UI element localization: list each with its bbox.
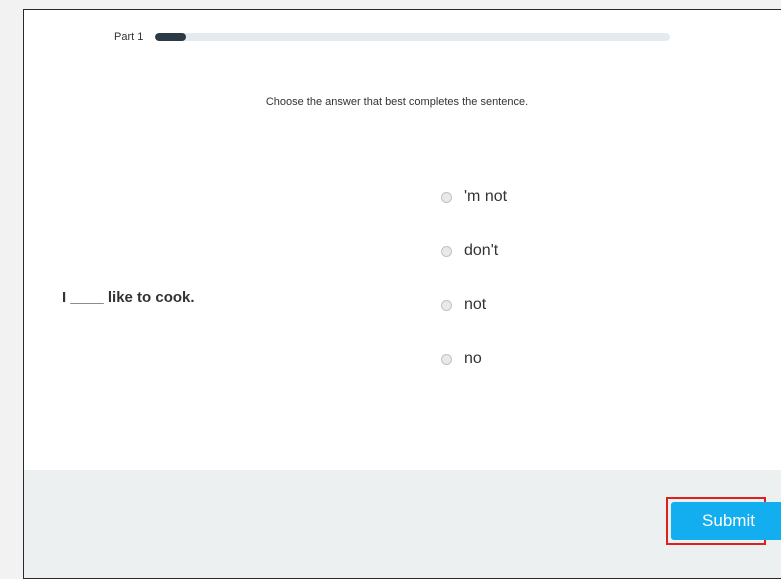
answer-option-label: no <box>464 350 482 367</box>
answer-option-label: 'm not <box>464 188 508 205</box>
progress-section: Part 1 <box>114 30 671 44</box>
part-label: Part 1 <box>114 31 144 43</box>
question-sentence: I ____ like to cook. <box>62 289 195 306</box>
answer-option-2[interactable]: don't <box>441 239 507 263</box>
quiz-panel: Part 1 Choose the answer that best compl… <box>23 9 781 579</box>
progress-bar <box>155 33 671 41</box>
radio-button-icon[interactable] <box>441 191 452 203</box>
answer-option-label: don't <box>464 242 499 259</box>
instruction-text: Choose the answer that best completes th… <box>265 96 529 108</box>
radio-button-icon[interactable] <box>441 299 452 311</box>
footer-bar: Submit <box>24 470 781 578</box>
progress-bar-fill <box>155 33 187 41</box>
answer-options: 'm not don't not no <box>441 185 507 401</box>
answer-option-label: not <box>464 296 487 313</box>
radio-button-icon[interactable] <box>441 245 452 257</box>
submit-button[interactable]: Submit <box>671 502 781 540</box>
answer-option-4[interactable]: no <box>441 347 507 371</box>
answer-option-1[interactable]: 'm not <box>441 185 507 209</box>
radio-button-icon[interactable] <box>441 353 452 365</box>
answer-option-3[interactable]: not <box>441 293 507 317</box>
